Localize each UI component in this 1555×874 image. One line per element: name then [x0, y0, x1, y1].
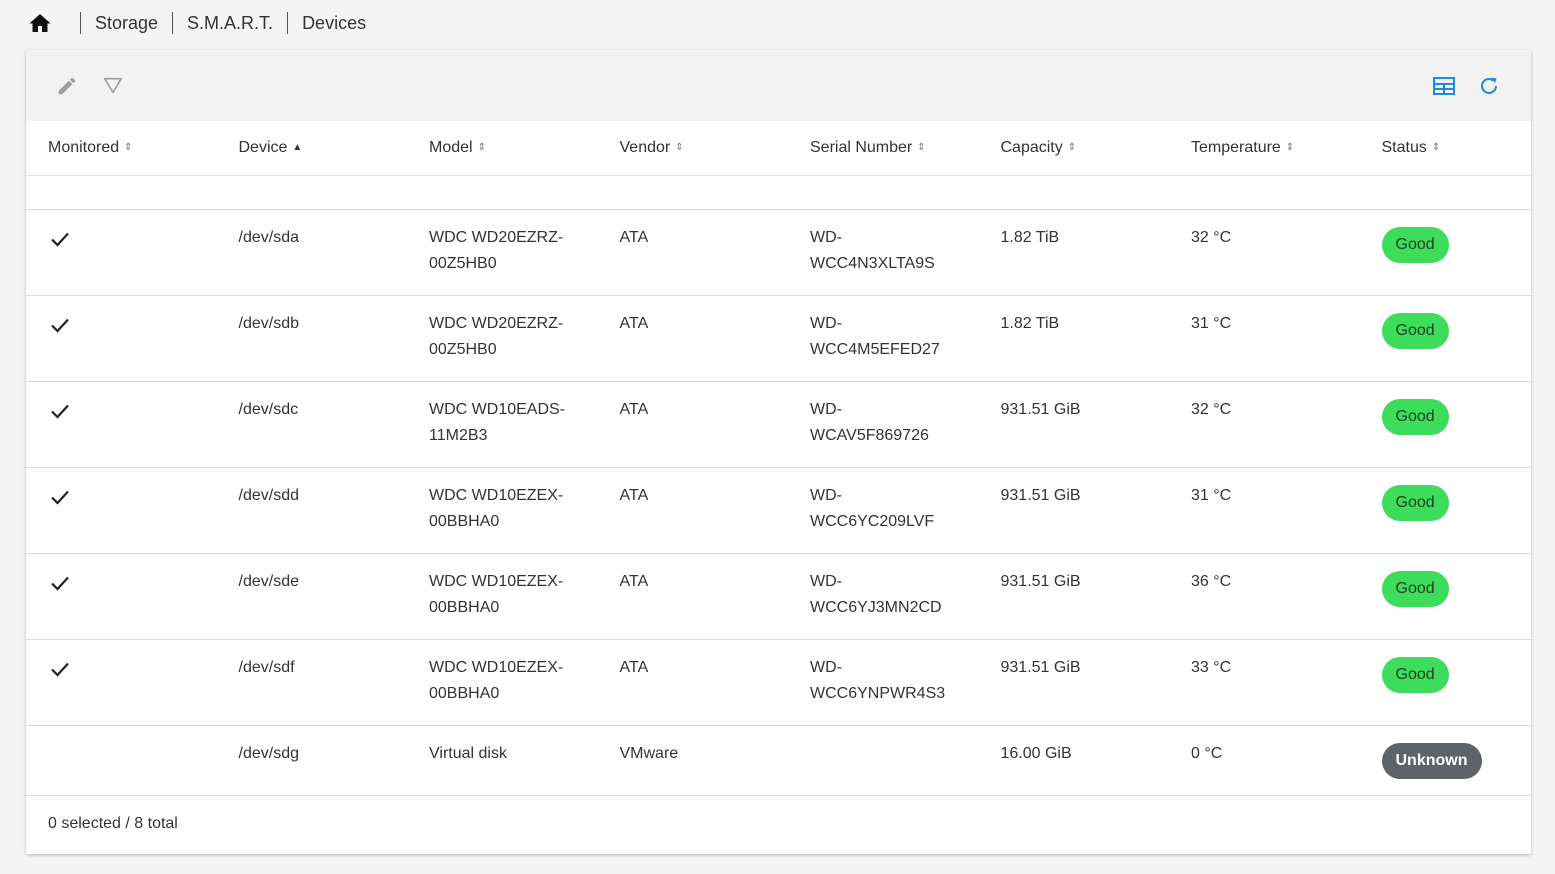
cell-serial: WD- WCC4N3XLTA9S: [810, 229, 935, 272]
breadcrumb-item-smart[interactable]: S.M.A.R.T.: [187, 13, 273, 34]
cell-model: Virtual disk: [429, 745, 507, 762]
sort-icon: ⇕: [917, 142, 926, 153]
column-header-device[interactable]: Device ▲: [217, 139, 408, 157]
cell-device: /dev/sdg: [238, 745, 299, 762]
cell-model: WDC WD10EZEX- 00BBHA0: [429, 659, 564, 702]
sort-icon: ⇕: [675, 142, 684, 153]
check-icon: [51, 318, 69, 333]
devices-panel: Monitored ⇕ Device ▲ Model ⇕ Vendor ⇕ Serial…: [26, 50, 1531, 854]
pencil-icon[interactable]: [55, 74, 79, 98]
cell-capacity: 931.51 GiB: [1000, 401, 1081, 418]
check-icon: [51, 404, 69, 419]
status-badge: Good: [1381, 313, 1449, 349]
cell-vendor: VMware: [619, 745, 679, 762]
cell-temperature: 0 °C: [1191, 745, 1223, 762]
cell-capacity: 931.51 GiB: [1000, 659, 1081, 676]
cell-temperature: 32 °C: [1191, 401, 1232, 418]
table-row[interactable]: /dev/sdb WDC WD20EZRZ- 00Z5HB0 ATA WD- WCC…: [26, 296, 1531, 382]
table-row[interactable]: /dev/sdc WDC WD10EADS- 11M2B3 ATA WD- WCAV…: [26, 382, 1531, 468]
cell-vendor: ATA: [619, 487, 649, 504]
filter-icon[interactable]: [101, 74, 125, 98]
cell-device: /dev/sda: [238, 229, 299, 246]
cell-serial: WD- WCC6YC209LVF: [810, 487, 935, 530]
status-badge: Good: [1381, 657, 1449, 693]
selection-summary: 0 selected / 8 total: [48, 815, 178, 832]
cell-capacity: 931.51 GiB: [1000, 487, 1081, 504]
cell-capacity: 16.00 GiB: [1000, 745, 1072, 762]
cell-vendor: ATA: [619, 573, 649, 590]
breadcrumb-item-storage[interactable]: Storage: [95, 13, 158, 34]
cell-vendor: ATA: [619, 659, 649, 676]
refresh-icon[interactable]: [1477, 74, 1501, 98]
column-header-temperature[interactable]: Temperature ⇕: [1169, 139, 1360, 157]
breadcrumb-separator: [172, 12, 174, 34]
status-badge: Good: [1381, 485, 1449, 521]
status-badge: Good: [1381, 227, 1449, 263]
table-row[interactable]: /dev/sdf WDC WD10EZEX- 00BBHA0 ATA WD- WCC…: [26, 640, 1531, 726]
check-icon: [51, 232, 69, 247]
cell-serial: WD- WCC4M5EFED27: [810, 315, 940, 358]
cell-temperature: 31 °C: [1191, 487, 1232, 504]
cell-model: WDC WD20EZRZ- 00Z5HB0: [429, 315, 564, 358]
cell-device: /dev/sdc: [238, 401, 299, 418]
check-icon: [51, 490, 69, 505]
sort-icon: ⇕: [1285, 142, 1295, 153]
cell-serial: WD- WCAV5F869726: [810, 401, 929, 444]
column-header-capacity[interactable]: Capacity ⇕: [979, 139, 1170, 157]
breadcrumb-separator: [80, 12, 81, 34]
cell-vendor: ATA: [619, 401, 649, 418]
home-icon[interactable]: [28, 12, 52, 34]
cell-serial: WD- WCC6YJ3MN2CD: [810, 573, 942, 616]
cell-vendor: ATA: [619, 315, 649, 332]
status-badge: Unknown: [1381, 743, 1482, 779]
cell-model: WDC WD10EZEX- 00BBHA0: [429, 487, 564, 530]
table-row[interactable]: /dev/sdg Virtual disk VMware 16.00 GiB 0…: [26, 726, 1531, 796]
cell-model: WDC WD10EZEX- 00BBHA0: [429, 573, 564, 616]
check-icon: [51, 576, 69, 591]
cell-device: /dev/sde: [238, 573, 299, 590]
filter-row: [26, 176, 1531, 210]
cell-temperature: 31 °C: [1191, 315, 1232, 332]
sort-icon: ⇕: [1431, 142, 1441, 153]
column-header-serial-number[interactable]: Serial Number ⇕: [788, 139, 979, 157]
breadcrumb-separator: [287, 12, 289, 34]
cell-capacity: 1.82 TiB: [1000, 315, 1060, 332]
sort-ascending-icon: ▲: [292, 142, 303, 153]
column-header-model[interactable]: Model ⇕: [407, 139, 598, 157]
sort-icon: ⇕: [477, 142, 486, 153]
cell-device: /dev/sdd: [238, 487, 299, 504]
check-icon: [51, 662, 69, 677]
cell-model: WDC WD10EADS- 11M2B3: [429, 401, 566, 444]
column-header-monitored[interactable]: Monitored ⇕: [26, 139, 217, 157]
table-row[interactable]: /dev/sdd WDC WD10EZEX- 00BBHA0 ATA WD- WCC…: [26, 468, 1531, 554]
table-footer: 0 selected / 8 total: [26, 794, 1531, 854]
cell-temperature: 33 °C: [1191, 659, 1232, 676]
table-header: Monitored ⇕ Device ▲ Model ⇕ Vendor ⇕ Serial…: [26, 121, 1531, 176]
cell-capacity: 1.82 TiB: [1000, 229, 1060, 246]
column-header-vendor[interactable]: Vendor ⇕: [598, 139, 789, 157]
cell-device: /dev/sdb: [238, 315, 299, 332]
table-columns-icon[interactable]: [1432, 74, 1456, 98]
cell-vendor: ATA: [619, 229, 649, 246]
breadcrumb: Storage S.M.A.R.T. Devices: [28, 8, 366, 38]
cell-serial: WD- WCC6YNPWR4S3: [810, 659, 946, 702]
cell-temperature: 36 °C: [1191, 573, 1232, 590]
status-badge: Good: [1381, 571, 1449, 607]
cell-model: WDC WD20EZRZ- 00Z5HB0: [429, 229, 564, 272]
table-row[interactable]: /dev/sda WDC WD20EZRZ- 00Z5HB0 ATA WD- WCC…: [26, 210, 1531, 296]
sort-icon: ⇕: [124, 142, 133, 153]
cell-device: /dev/sdf: [238, 659, 295, 676]
column-header-status[interactable]: Status ⇕: [1360, 139, 1532, 157]
cell-temperature: 32 °C: [1191, 229, 1232, 246]
status-badge: Good: [1381, 399, 1449, 435]
table-row[interactable]: /dev/sde WDC WD10EZEX- 00BBHA0 ATA WD- WCC…: [26, 554, 1531, 640]
sort-icon: ⇕: [1067, 142, 1077, 153]
breadcrumb-item-devices: Devices: [302, 12, 367, 33]
cell-capacity: 931.51 GiB: [1000, 573, 1081, 590]
toolbar: [26, 50, 1531, 121]
